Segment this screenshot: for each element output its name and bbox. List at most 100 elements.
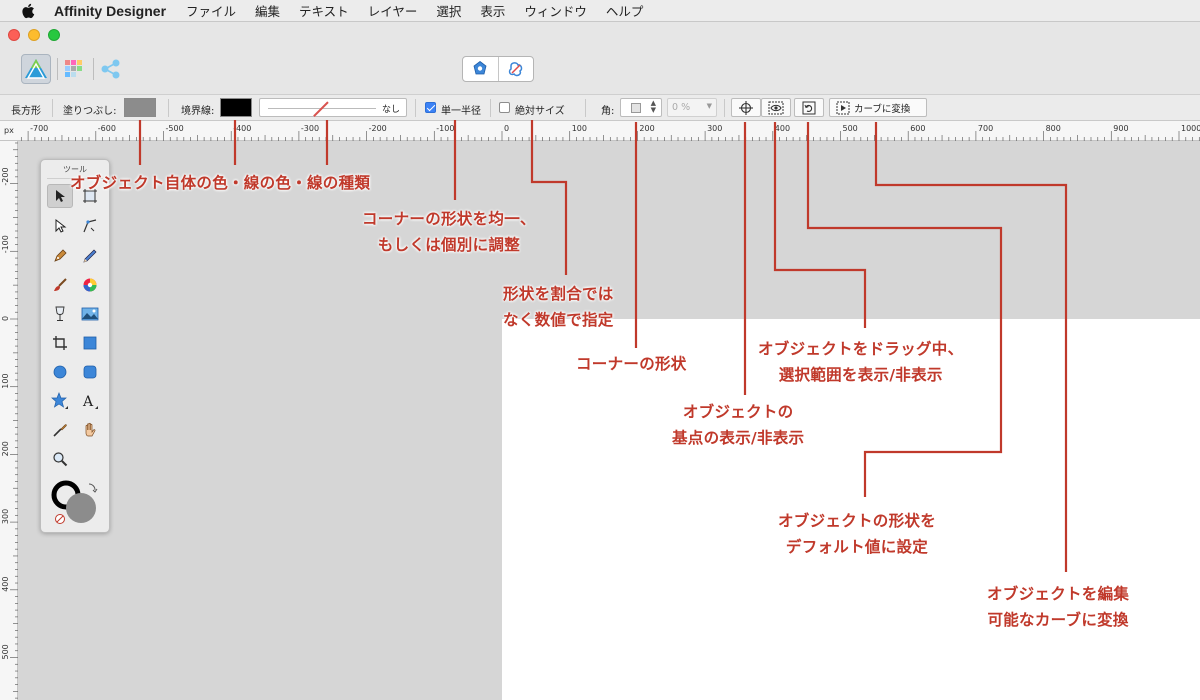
context-toolbar: 長方形 塗りつぶし: 境界線: なし 単一半径 絶対サイズ 角: ▲ ▼ 0 % … bbox=[0, 94, 1200, 121]
single-radius-checkbox[interactable] bbox=[425, 102, 436, 113]
fill-tool[interactable] bbox=[77, 273, 103, 297]
corner-square-icon bbox=[631, 103, 641, 113]
vector-brush-tool[interactable] bbox=[47, 273, 73, 297]
ruler-tick-label: 400 bbox=[775, 124, 790, 133]
color-picker-tool[interactable] bbox=[47, 418, 73, 442]
color-wheel-icon bbox=[83, 278, 97, 292]
horizontal-ruler[interactable]: px -700 -600 -500 -400 -300 -200 -100 0 100 200 30… bbox=[0, 121, 1200, 141]
node-arrow-icon bbox=[55, 219, 67, 233]
no-stroke-slash-icon bbox=[313, 101, 329, 117]
ruler-tick-label: 900 bbox=[1113, 124, 1128, 133]
brush-icon bbox=[54, 278, 67, 291]
ruler-tick-label: 100 bbox=[1, 373, 10, 388]
menu-file[interactable]: ファイル bbox=[186, 1, 236, 20]
place-image-tool[interactable] bbox=[77, 302, 103, 326]
stepper-arrows-icon: ▲ ▼ bbox=[650, 99, 656, 114]
quick-mode-button[interactable] bbox=[463, 57, 498, 81]
ruler-tick-label: 100 bbox=[572, 124, 587, 133]
zoom-tool[interactable] bbox=[47, 447, 73, 471]
ruler-tick-label: -400 bbox=[233, 124, 251, 133]
rectangle-icon bbox=[83, 336, 97, 350]
apple-menu-icon[interactable] bbox=[21, 3, 35, 19]
pencil-icon bbox=[83, 249, 97, 263]
ruler-tick-label: 300 bbox=[1, 509, 10, 524]
pen-tool[interactable] bbox=[47, 244, 73, 268]
absolute-size-checkbox[interactable] bbox=[499, 102, 510, 113]
close-window-button[interactable] bbox=[8, 29, 20, 41]
ruler-tick-label: 700 bbox=[978, 124, 993, 133]
corner-type-dropdown[interactable]: ▲ ▼ bbox=[620, 98, 662, 117]
menu-window[interactable]: ウィンドウ bbox=[524, 1, 587, 20]
zoom-window-button[interactable] bbox=[48, 29, 60, 41]
menu-edit[interactable]: 編集 bbox=[255, 1, 280, 20]
persona-mode-toggle bbox=[462, 56, 534, 82]
annotation-reset-shape: オブジェクトの形状を デフォルト値に設定 bbox=[778, 512, 937, 556]
star-tool[interactable] bbox=[47, 389, 73, 413]
rounded-rectangle-tool[interactable] bbox=[77, 360, 103, 384]
toolbar-separator bbox=[93, 58, 94, 80]
hand-icon bbox=[85, 422, 96, 437]
annotation-drag-selection: オブジェクトをドラッグ中、 選択範囲を表示/非表示 bbox=[758, 340, 964, 384]
annotation-fill-stroke: オブジェクト自体の色・線の色・線の種類 bbox=[70, 174, 371, 192]
annotation-absolute-size: 形状を割合では なく数値で指定 bbox=[503, 285, 614, 329]
landscape-image-icon bbox=[81, 307, 99, 321]
tools-panel: ツール A bbox=[40, 159, 110, 533]
horizontal-ruler-ticks: -700 -600 -500 -400 -300 -200 -100 0 100 200 300 40… bbox=[20, 124, 1200, 141]
toolbar-separator bbox=[585, 99, 586, 117]
annotation-convert-curves: オブジェクトを編集 可能なカーブに変換 bbox=[987, 585, 1130, 629]
menu-select[interactable]: 選択 bbox=[436, 1, 461, 20]
menu-view[interactable]: 表示 bbox=[480, 1, 505, 20]
ruler-tick-label: -100 bbox=[436, 124, 454, 133]
color-wells bbox=[49, 478, 105, 528]
magnifier-icon bbox=[53, 452, 68, 467]
ruler-tick-label: 800 bbox=[1046, 124, 1061, 133]
convert-curves-icon bbox=[836, 101, 850, 114]
export-persona-button[interactable] bbox=[96, 54, 126, 84]
corner-tool[interactable] bbox=[77, 214, 103, 238]
app-name-menu[interactable]: Affinity Designer bbox=[54, 3, 166, 19]
window-toolbar bbox=[0, 22, 1200, 94]
annotation-corner-shape: コーナーの形状 bbox=[576, 355, 687, 373]
ruler-tick-label: 1000 bbox=[1181, 124, 1200, 133]
fill-label: 塗りつぶし: bbox=[63, 106, 117, 117]
wine-glass-icon bbox=[55, 306, 65, 321]
menu-text[interactable]: テキスト bbox=[299, 1, 349, 20]
svg-text:A: A bbox=[82, 394, 94, 410]
crop-tool[interactable] bbox=[47, 331, 73, 355]
reset-shape-button[interactable] bbox=[794, 98, 824, 117]
rectangle-tool[interactable] bbox=[77, 331, 103, 355]
stroke-color-swatch[interactable] bbox=[220, 98, 252, 117]
corner-percent-field[interactable]: 0 % ▼ bbox=[667, 98, 717, 117]
transparency-tool[interactable] bbox=[47, 302, 73, 326]
ruler-tick-label: 0 bbox=[504, 124, 509, 133]
corner-label: 角: bbox=[601, 106, 615, 117]
fill-color-swatch[interactable] bbox=[124, 98, 156, 117]
convert-to-curves-button[interactable]: カーブに変換 bbox=[829, 98, 927, 117]
pixel-persona-button[interactable] bbox=[59, 54, 89, 84]
text-tool[interactable]: A bbox=[77, 389, 103, 413]
show-origin-button[interactable] bbox=[731, 98, 761, 117]
single-radius-label: 単一半径 bbox=[441, 106, 481, 117]
ruler-tick-label: 500 bbox=[1, 644, 10, 659]
vertical-ruler[interactable]: -200 -100 0 100 200 300 400 500 bbox=[0, 141, 18, 700]
move-arrow-icon bbox=[56, 190, 65, 202]
crop-icon bbox=[53, 336, 67, 350]
shape-name-label: 長方形 bbox=[11, 106, 41, 117]
pixel-persona-icon bbox=[65, 60, 82, 77]
menu-layer[interactable]: レイヤー bbox=[368, 1, 418, 20]
show-selection-while-dragging-button[interactable] bbox=[761, 98, 791, 117]
annotation-origin: オブジェクトの 基点の表示/非表示 bbox=[672, 403, 805, 447]
menu-help[interactable]: ヘルプ bbox=[606, 1, 644, 20]
view-tool[interactable] bbox=[77, 418, 103, 442]
ruler-tick-label: 300 bbox=[707, 124, 722, 133]
geometry-mode-button[interactable] bbox=[497, 57, 534, 81]
pencil-tool[interactable] bbox=[77, 244, 103, 268]
designer-persona-button[interactable] bbox=[21, 54, 51, 84]
stroke-style-selector[interactable]: なし bbox=[259, 98, 407, 117]
minimize-window-button[interactable] bbox=[28, 29, 40, 41]
ellipse-tool[interactable] bbox=[47, 360, 73, 384]
flower-icon bbox=[473, 61, 487, 75]
designer-persona-icon bbox=[25, 59, 47, 79]
toolbar-separator bbox=[490, 99, 491, 117]
node-tool[interactable] bbox=[47, 214, 73, 238]
